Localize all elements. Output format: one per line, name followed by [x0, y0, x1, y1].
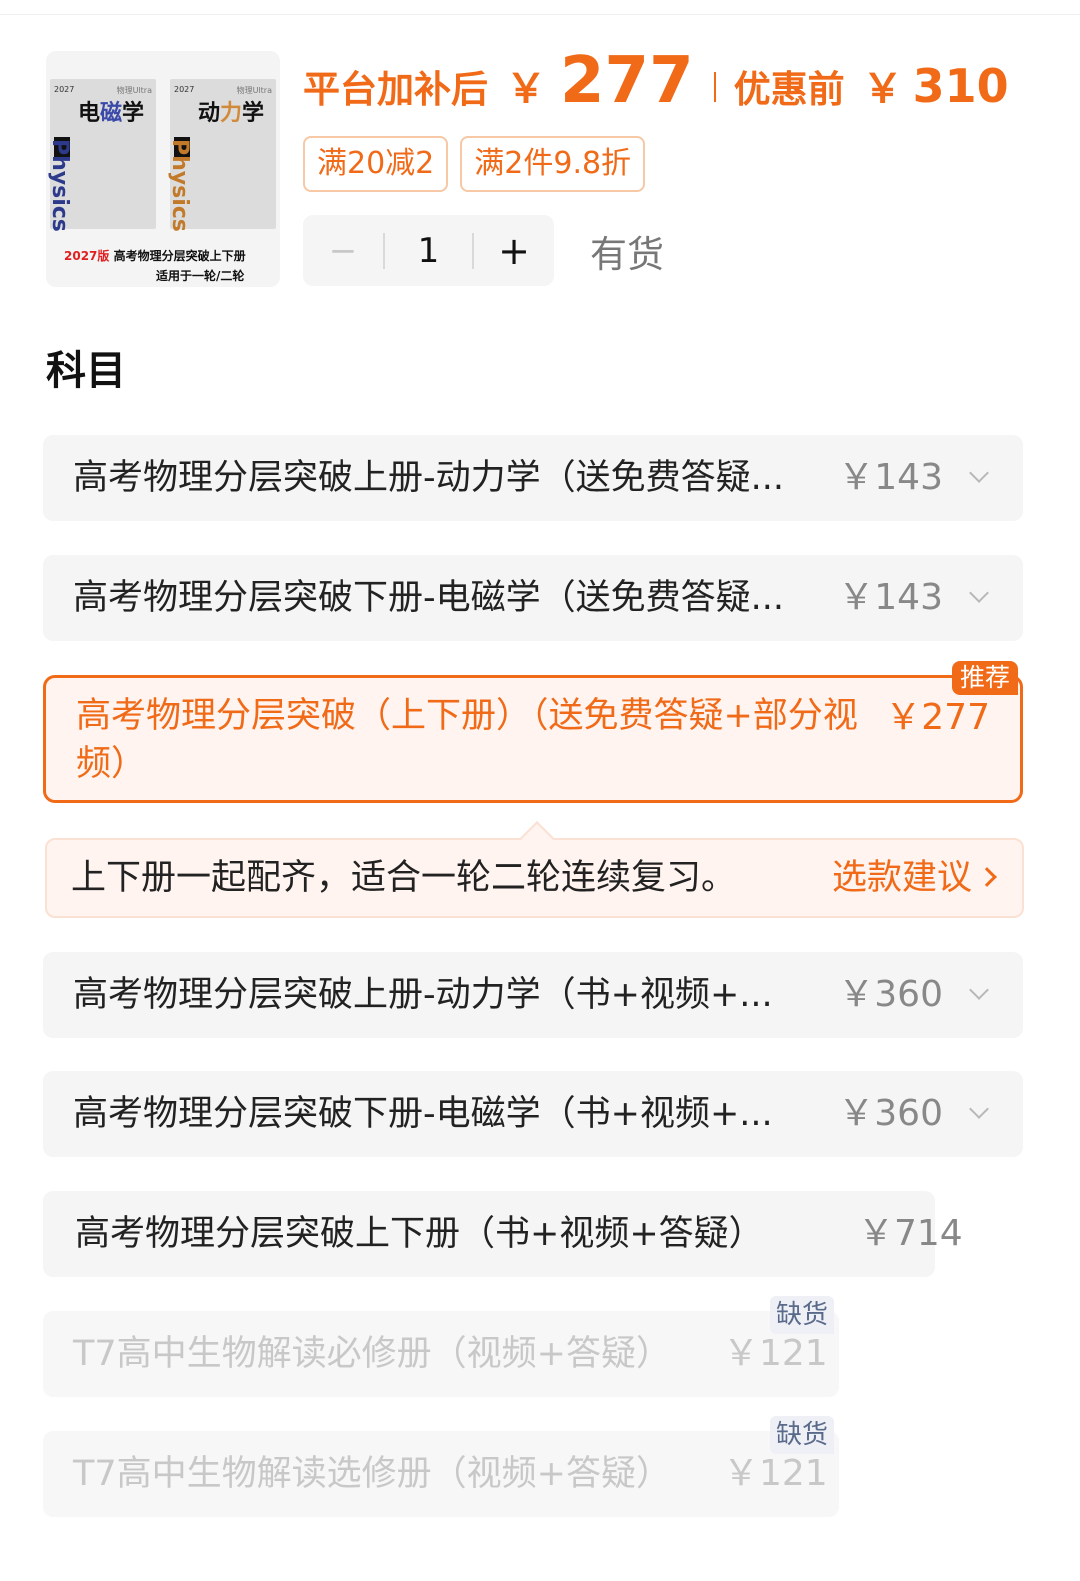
option-price: ￥360	[838, 1093, 943, 1134]
chevron-down-icon[interactable]	[969, 1099, 989, 1119]
quantity-stepper: − 1 +	[303, 215, 554, 286]
chevron-down-icon[interactable]	[969, 980, 989, 1000]
increment-button[interactable]: +	[474, 229, 554, 273]
thumbnail-subcaption: 适用于一轮/二轮	[156, 269, 245, 283]
option-name: 高考物理分层突破下册-电磁学（书+视频+...	[73, 1094, 773, 1134]
chevron-down-icon[interactable]	[969, 463, 989, 483]
option-item[interactable]: 高考物理分层突破上册-动力学（书+视频+... ￥360	[43, 952, 1023, 1038]
coupon-badge[interactable]: 满20减2	[303, 136, 449, 192]
option-item[interactable]: 高考物理分层突破上册-动力学（送免费答疑... ￥143	[43, 435, 1023, 521]
price-separator	[713, 72, 716, 102]
option-price: ￥277	[885, 697, 990, 738]
advice-text: 上下册一起配齐，适合一轮二轮连续复习。	[71, 858, 737, 898]
chevron-right-icon[interactable]	[977, 867, 997, 887]
product-thumbnail[interactable]: 2027 物理Ultra 电磁学 Physics 2027 物理Ultra 动力…	[46, 51, 280, 287]
section-title: 科目	[46, 348, 126, 394]
quantity-value[interactable]: 1	[385, 231, 472, 271]
option-price: ￥360	[838, 974, 943, 1015]
option-name: 高考物理分层突破上下册（书+视频+答疑）	[75, 1214, 764, 1254]
option-item[interactable]: 高考物理分层突破下册-电磁学（送免费答疑... ￥143	[43, 555, 1023, 641]
out-of-stock-badge: 缺货	[770, 1416, 835, 1454]
option-price: ￥714	[858, 1213, 963, 1254]
option-item-out-of-stock: T7高中生物解读必修册（视频+答疑） ￥121	[43, 1311, 839, 1397]
advice-link[interactable]: 选款建议	[832, 840, 972, 916]
currency-symbol: ￥	[862, 66, 903, 112]
recommended-badge: 推荐	[952, 661, 1019, 695]
price-after: 277	[560, 44, 694, 118]
option-item[interactable]: 高考物理分层突破下册-电磁学（书+视频+... ￥360	[43, 1071, 1023, 1157]
thumbnail-caption: 2027版 高考物理分层突破上下册	[64, 249, 246, 263]
price-before: 310	[912, 59, 1009, 113]
selection-advice: 上下册一起配齐，适合一轮二轮连续复习。 选款建议	[45, 821, 1024, 918]
option-price: ￥143	[838, 457, 943, 498]
option-name: 高考物理分层突破下册-电磁学（送免费答疑...	[73, 578, 785, 618]
book-title: 电磁学	[78, 101, 145, 126]
option-price: ￥143	[838, 577, 943, 618]
option-name: 高考物理分层突破（上下册）（送免费答疑+部分视频）	[76, 696, 858, 784]
book-year: 2027	[174, 85, 195, 94]
book-cover-electromagnetism: 2027 物理Ultra 电磁学 Physics	[47, 79, 156, 232]
coupon-badge[interactable]: 满2件9.8折	[460, 136, 646, 192]
option-name: 高考物理分层突破上册-动力学（送免费答疑...	[73, 458, 785, 498]
book-spine-text: Physics	[47, 139, 72, 232]
price-after-label: 平台加补后	[303, 68, 488, 111]
decrement-button[interactable]: −	[303, 231, 383, 271]
top-divider	[0, 14, 1080, 15]
price-before-label: 优惠前	[733, 68, 845, 111]
chevron-down-icon[interactable]	[969, 583, 989, 603]
out-of-stock-badge: 缺货	[770, 1296, 835, 1334]
book-cover-dynamics: 2027 物理Ultra 动力学 Physics	[167, 79, 276, 232]
option-item-out-of-stock: T7高中生物解读选修册（视频+答疑） ￥121	[43, 1431, 839, 1517]
price-row: 平台加补后 ￥ 277 优惠前 ￥ 310	[303, 44, 1009, 124]
option-item[interactable]: 高考物理分层突破上下册（书+视频+答疑） ￥714	[43, 1191, 963, 1277]
book-year: 2027	[54, 85, 75, 94]
stock-status: 有货	[590, 233, 664, 276]
option-item-selected[interactable]: 高考物理分层突破（上下册）（送免费答疑+部分视频） ￥277	[43, 675, 1023, 803]
option-name: T7高中生物解读必修册（视频+答疑）	[73, 1334, 671, 1374]
currency-symbol: ￥	[506, 66, 546, 112]
option-name: T7高中生物解读选修册（视频+答疑）	[73, 1454, 671, 1494]
option-name: 高考物理分层突破上册-动力学（书+视频+...	[73, 975, 773, 1015]
book-title: 动力学	[198, 101, 265, 126]
book-spine-text: Physics	[167, 139, 192, 232]
coupon-list: 满20减2 满2件9.8折	[303, 136, 646, 192]
